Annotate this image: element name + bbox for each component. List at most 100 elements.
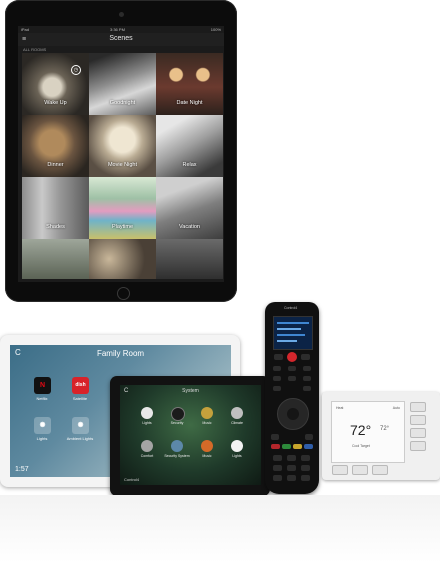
- music-icon[interactable]: [201, 440, 213, 452]
- number-button[interactable]: [287, 465, 296, 471]
- scene-label: Playtime: [111, 224, 134, 230]
- panel-clock: 1:57: [15, 466, 29, 473]
- remote-button[interactable]: [288, 376, 296, 381]
- title-bar: ≡ Scenes: [18, 33, 224, 46]
- scene-label: Wake Up: [44, 100, 67, 106]
- floor-reflection: [0, 495, 440, 563]
- netflix-icon[interactable]: N: [34, 377, 51, 394]
- app-label: Security: [170, 421, 184, 425]
- black-panel-screen: C System Lights Security Music Climate C…: [120, 385, 261, 485]
- number-button[interactable]: [301, 475, 310, 481]
- light-bulb-icon[interactable]: [141, 407, 153, 419]
- scene-tile-wake-up[interactable]: ◷ Wake Up: [22, 53, 89, 115]
- scene-tile-goodnight[interactable]: Goodnight: [89, 53, 156, 115]
- fan-label: Auto: [392, 406, 400, 410]
- app-label: Ambient Lights: [66, 436, 94, 441]
- app-label: Comfort: [140, 454, 154, 458]
- remote-button[interactable]: [271, 434, 279, 440]
- app-label: Lights: [142, 421, 152, 425]
- number-button[interactable]: [301, 455, 310, 461]
- app-label: Climate: [231, 421, 243, 425]
- thermostat-button[interactable]: [352, 465, 368, 475]
- number-button[interactable]: [273, 475, 282, 481]
- scene-tile[interactable]: [22, 239, 89, 279]
- page-title: Scenes: [109, 35, 133, 42]
- scene-tile-date-night[interactable]: Date Night: [156, 53, 223, 115]
- thermostat-down-button[interactable]: [410, 428, 426, 438]
- status-text: Cool Target: [352, 444, 370, 448]
- app-label: Lights: [36, 436, 48, 441]
- home-button[interactable]: [117, 287, 130, 300]
- remote-button[interactable]: [303, 366, 311, 371]
- red-button[interactable]: [271, 444, 280, 449]
- breadcrumb[interactable]: ALL ROOMS: [23, 47, 46, 52]
- thermostat-button[interactable]: [372, 465, 388, 475]
- scene-label: Relax: [182, 162, 197, 168]
- thermostat-button[interactable]: [410, 441, 426, 451]
- screen-line: [277, 328, 301, 330]
- security-system-icon[interactable]: [171, 440, 183, 452]
- remote-button[interactable]: [273, 376, 281, 381]
- scene-label: Shades: [46, 224, 65, 230]
- scene-tile-relax[interactable]: Relax: [156, 115, 223, 177]
- scene-tile[interactable]: [89, 239, 156, 279]
- remote-button[interactable]: [305, 434, 313, 440]
- remote-button[interactable]: [303, 386, 311, 391]
- security-icon[interactable]: [171, 407, 185, 421]
- scene-tile-playtime[interactable]: Playtime: [89, 177, 156, 239]
- setpoint: 72°: [380, 426, 390, 432]
- ok-button[interactable]: [287, 408, 299, 420]
- panel-title: System: [182, 388, 199, 394]
- dish-icon[interactable]: dish: [72, 377, 89, 394]
- status-time: 3:36 PM: [110, 27, 125, 32]
- remote-button[interactable]: [301, 354, 310, 360]
- status-bar: iPad 3:36 PM 100%: [18, 26, 224, 33]
- yellow-button[interactable]: [293, 444, 302, 449]
- thermostat: Heat Auto 72° 72° Cool Target: [322, 392, 440, 480]
- green-button[interactable]: [282, 444, 291, 449]
- status-carrier: iPad: [21, 27, 30, 32]
- dpad[interactable]: [277, 398, 309, 430]
- remote-control: Control4: [265, 302, 319, 494]
- climate-icon[interactable]: [231, 407, 243, 419]
- scene-label: Date Night: [176, 100, 203, 106]
- scene-tile-dinner[interactable]: Dinner: [22, 115, 89, 177]
- thermostat-button[interactable]: [332, 465, 348, 475]
- light-bulb-icon[interactable]: ✺: [34, 417, 51, 434]
- ipad-device: iPad 3:36 PM 100% ≡ Scenes ALL ROOMS ◷ W…: [5, 0, 237, 302]
- thermostat-button[interactable]: [410, 402, 426, 412]
- remote-brand: Control4: [284, 306, 298, 310]
- app-label: Netflix: [36, 396, 48, 401]
- number-button[interactable]: [273, 465, 282, 471]
- remote-button[interactable]: [303, 376, 311, 381]
- blue-button[interactable]: [304, 444, 313, 449]
- remote-button[interactable]: [273, 386, 281, 391]
- remote-button[interactable]: [274, 354, 283, 360]
- remote-button[interactable]: [288, 366, 296, 371]
- app-label: Music: [202, 421, 212, 425]
- number-button[interactable]: [287, 455, 296, 461]
- current-temperature: 72°: [350, 422, 372, 438]
- remote-button[interactable]: [273, 366, 281, 371]
- scene-label: Movie Night: [107, 162, 138, 168]
- number-button[interactable]: [273, 455, 282, 461]
- scene-tile[interactable]: [156, 239, 223, 279]
- status-battery: 100%: [210, 27, 221, 32]
- light-bulb-icon[interactable]: [231, 440, 243, 452]
- scene-tile-shades[interactable]: Shades: [22, 177, 89, 239]
- number-button[interactable]: [287, 475, 296, 481]
- room-title: Family Room: [96, 349, 145, 358]
- power-button[interactable]: [287, 352, 297, 362]
- remote-screen: [273, 316, 313, 350]
- thermostat-up-button[interactable]: [410, 415, 426, 425]
- comfort-icon[interactable]: [141, 440, 153, 452]
- scene-tile-movie-night[interactable]: Movie Night: [89, 115, 156, 177]
- number-button[interactable]: [301, 465, 310, 471]
- thermostat-screen: Heat Auto 72° 72° Cool Target: [331, 401, 405, 463]
- camera-icon: [119, 12, 124, 17]
- music-icon[interactable]: [201, 407, 213, 419]
- light-bulb-icon[interactable]: ✺: [72, 417, 89, 434]
- scene-tile-vacation[interactable]: Vacation: [156, 177, 223, 239]
- black-touch-panel: C System Lights Security Music Climate C…: [110, 376, 270, 496]
- scene-label: Vacation: [179, 224, 200, 230]
